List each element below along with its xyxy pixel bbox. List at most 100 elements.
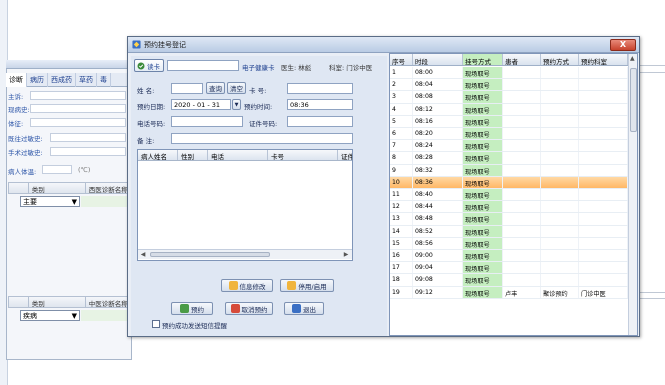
cell-department	[579, 152, 628, 164]
registration-form-area: 读卡 电子健康卡 医生: 林彪 科室: 门诊中医 姓 名: 查询 清空 卡 号:…	[131, 56, 387, 336]
background-right-area	[640, 60, 665, 360]
modify-info-button[interactable]: 信息修改	[221, 279, 273, 292]
table-row[interactable]: 7 08:24 现场取号	[390, 140, 628, 153]
exit-button[interactable]: 退出	[284, 302, 324, 315]
cell-patient	[503, 250, 541, 262]
chevron-down-icon[interactable]: ▼	[72, 312, 77, 320]
table-row[interactable]: 4 08:12 现场取号	[390, 103, 628, 116]
query-button[interactable]: 查询	[206, 82, 225, 94]
scroll-right-icon[interactable]: ▶	[342, 251, 350, 258]
chevron-down-icon[interactable]: ▼	[72, 198, 77, 206]
table-row[interactable]: 13 08:48 现场取号	[390, 213, 628, 226]
tab-more[interactable]: 毒	[97, 73, 111, 87]
phone-label: 电话号码:	[137, 120, 166, 128]
patient-grid-header: 病人姓名 性别 电话 卡号 证件	[138, 150, 352, 161]
signs-field[interactable]	[30, 118, 126, 127]
cell-time: 08:12	[413, 103, 463, 115]
note-input[interactable]	[171, 133, 353, 144]
cell-seq: 1	[390, 67, 413, 79]
col-phone: 电话	[208, 150, 268, 160]
table-row[interactable]: 5 08:16 现场取号	[390, 115, 628, 128]
cell-booking-method	[541, 91, 579, 103]
table-row[interactable]: 18 09:08 现场取号	[390, 274, 628, 287]
grid-col-diagnosis-name: 西医诊断名称	[88, 186, 128, 194]
clear-button[interactable]: 清空	[227, 82, 246, 94]
cell-method: 现场取号	[463, 140, 503, 152]
cell-department	[579, 103, 628, 115]
western-category-select[interactable]: 主要 ▼	[20, 196, 80, 207]
present-illness-field[interactable]	[30, 104, 126, 113]
close-button[interactable]: X	[610, 39, 636, 51]
cell-time: 09:00	[413, 250, 463, 262]
col-card-number: 卡号	[268, 150, 338, 160]
table-row[interactable]: 12 08:44 现场取号	[390, 201, 628, 214]
tab-medical-record[interactable]: 病历	[27, 73, 48, 87]
cell-booking-method	[541, 128, 579, 140]
cell-time: 09:04	[413, 262, 463, 274]
table-row[interactable]: 15 08:56 现场取号	[390, 237, 628, 250]
appointment-time-input[interactable]: 08:36	[287, 99, 353, 110]
surgery-allergy-field[interactable]	[50, 147, 126, 156]
cell-patient	[503, 213, 541, 225]
sms-reminder-checkbox[interactable]	[152, 320, 160, 328]
dialog-title-bar[interactable]: 预约挂号登记 X	[128, 37, 639, 53]
scroll-up-icon[interactable]: ▲	[630, 55, 635, 62]
card-number-input[interactable]	[287, 83, 353, 94]
cell-department	[579, 115, 628, 127]
cell-method: 现场取号	[463, 79, 503, 91]
disable-enable-button[interactable]: 停用/启用	[280, 279, 334, 292]
tab-western-medicine[interactable]: 西成药	[48, 73, 76, 87]
card-input[interactable]	[167, 60, 239, 71]
table-row[interactable]: 2 08:04 现场取号	[390, 79, 628, 92]
cell-booking-method	[541, 176, 579, 188]
cell-method: 现场取号	[463, 262, 503, 274]
table-row[interactable]: 3 08:08 现场取号	[390, 91, 628, 104]
phone-input[interactable]	[171, 116, 243, 127]
cell-method: 现场取号	[463, 67, 503, 79]
name-input[interactable]	[171, 83, 203, 94]
time-slot-table[interactable]: 序号 时段 挂号方式 患者 预约方式 预约科室 1 08:00 现场取号 2 08:04…	[389, 53, 638, 336]
id-number-input[interactable]	[287, 116, 353, 127]
table-row[interactable]: 9 08:32 现场取号	[390, 164, 628, 177]
col-booking-department: 预约科室	[579, 54, 628, 65]
patient-grid[interactable]: 病人姓名 性别 电话 卡号 证件 ◀ ▶	[137, 149, 353, 261]
table-row[interactable]: 8 08:28 现场取号	[390, 152, 628, 165]
tcm-diagnosis-cell[interactable]	[81, 310, 132, 321]
cell-method: 现场取号	[463, 213, 503, 225]
table-row[interactable]: 19 09:12 现场取号 卢丰 聚诊预约 门诊中医	[390, 286, 628, 299]
scrollbar-thumb[interactable]	[630, 68, 637, 132]
tcm-category-select[interactable]: 疾病 ▼	[20, 310, 80, 321]
card-number-label: 卡 号:	[249, 87, 267, 95]
scrollbar-thumb[interactable]	[150, 252, 270, 257]
cell-department	[579, 213, 628, 225]
e-health-card-label[interactable]: 电子健康卡	[242, 62, 275, 72]
date-dropdown-icon[interactable]: ▼	[232, 99, 241, 110]
table-row[interactable]: 16 09:00 现场取号	[390, 250, 628, 263]
cell-booking-method	[541, 213, 579, 225]
tab-herbal-medicine[interactable]: 草药	[76, 73, 97, 87]
read-card-button[interactable]: 读卡	[134, 59, 164, 72]
chief-complaint-field[interactable]	[30, 91, 126, 100]
patient-grid-scrollbar[interactable]: ◀ ▶	[138, 249, 352, 259]
table-row[interactable]: 6 08:20 现场取号	[390, 128, 628, 141]
cell-booking-method	[541, 250, 579, 262]
tab-diagnosis[interactable]: 诊断	[6, 73, 27, 87]
table-row[interactable]: 17 09:04 现场取号	[390, 262, 628, 275]
book-button[interactable]: 预约	[171, 302, 213, 315]
temperature-field[interactable]	[42, 165, 72, 174]
western-diagnosis-cell[interactable]	[81, 196, 132, 207]
scroll-left-icon[interactable]: ◀	[139, 251, 147, 258]
appointment-date-input[interactable]: 2020 - 01 - 31	[171, 99, 231, 110]
background-divider	[640, 292, 665, 293]
cell-method: 现场取号	[463, 201, 503, 213]
table-row[interactable]: 10 08:36 现场取号	[390, 176, 628, 189]
table-row[interactable]: 14 08:52 现场取号	[390, 225, 628, 238]
cancel-booking-button[interactable]: 取消预约	[225, 302, 273, 315]
cell-seq: 8	[390, 152, 413, 164]
table-row[interactable]: 11 08:40 现场取号	[390, 189, 628, 202]
table-row[interactable]: 1 08:00 现场取号	[390, 67, 628, 80]
table-vertical-scrollbar[interactable]: ▲	[628, 54, 637, 335]
cell-department	[579, 250, 628, 262]
allergy-history-field[interactable]	[50, 133, 126, 142]
cell-patient	[503, 201, 541, 213]
